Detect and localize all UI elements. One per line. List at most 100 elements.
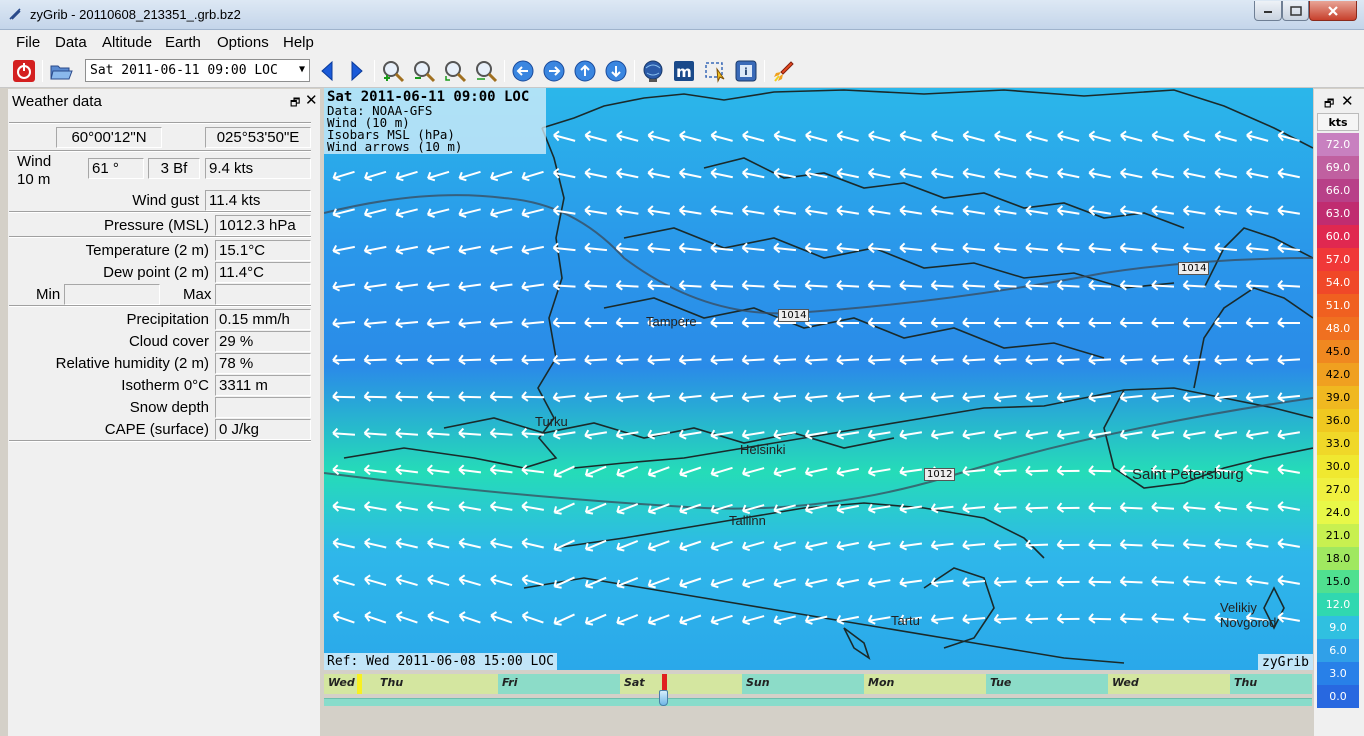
wind-arrow (1119, 539, 1143, 550)
date-select[interactable]: Sat 2011-06-11 09:00 LOC ▼ (85, 59, 310, 82)
wind-arrow (489, 354, 513, 366)
zoom-out-button[interactable] (412, 59, 436, 83)
quit-button[interactable] (12, 59, 36, 83)
meteotable-button[interactable]: m (672, 59, 696, 83)
info-button[interactable]: i (734, 59, 758, 83)
scale-cell: 24.0 (1317, 501, 1359, 524)
close-panel-icon[interactable]: ✕ (305, 91, 318, 109)
wind-arrow (1151, 354, 1175, 366)
wind-arrow (1056, 576, 1080, 587)
wind-arrow (332, 537, 355, 549)
wind-arrow (962, 503, 986, 514)
rocket-icon (774, 61, 794, 82)
wind-arrow (710, 279, 734, 291)
close-window-button[interactable] (1309, 1, 1357, 21)
wind-arrow (647, 242, 671, 254)
wind-arrow (395, 244, 418, 255)
timeline-day: Wed (1108, 674, 1230, 694)
wind-arrow (710, 130, 733, 142)
timeline-bar[interactable]: Wed Thu Fri Sat Sun Mon Tue Wed Thu (324, 674, 1312, 694)
menu-earth[interactable]: Earth (165, 34, 201, 51)
map-info-box: Sat 2011-06-11 09:00 LOC Data: NOAA-GFS … (324, 88, 546, 154)
wind-arrow (1183, 130, 1206, 142)
menu-data[interactable]: Data (55, 34, 87, 51)
wind-arrow (458, 574, 481, 586)
wind-arrow (962, 429, 986, 440)
scale-cell: 12.0 (1317, 593, 1359, 616)
wind-arrow (1151, 317, 1174, 328)
zoom-fit-button[interactable] (443, 59, 467, 83)
wind-arrow (553, 502, 575, 515)
wind-arrow (1246, 167, 1269, 179)
wind-arrow (458, 354, 482, 366)
min-label: Min (36, 286, 61, 303)
wind-arrow (1025, 502, 1049, 514)
toolbar-separator (764, 60, 765, 82)
menu-help[interactable]: Help (283, 34, 314, 51)
wind-arrow (773, 541, 796, 552)
zoom-in-button[interactable] (381, 59, 405, 83)
maximize-button[interactable] (1282, 1, 1309, 21)
wind-arrow (1025, 539, 1049, 551)
wind-arrow (867, 429, 891, 440)
float-panel-icon[interactable]: 🗗 (1324, 95, 1334, 114)
toolbar: Sat 2011-06-11 09:00 LOC ▼ m i (0, 54, 1364, 88)
float-panel-icon[interactable]: 🗗 (290, 94, 300, 113)
globe-button[interactable] (641, 59, 665, 83)
wind-arrow (1119, 613, 1143, 624)
wind-arrow (962, 279, 986, 291)
wind-arrow (805, 167, 828, 179)
prev-date-button[interactable] (315, 59, 339, 83)
wind-arrow (1214, 167, 1237, 179)
wind-arrow (1025, 465, 1049, 477)
wind-arrow (426, 208, 450, 219)
wind-arrow (1182, 501, 1206, 513)
wind-arrow (804, 578, 828, 588)
wind-arrow (931, 130, 954, 142)
open-file-button[interactable] (49, 59, 73, 83)
weather-map[interactable]: Sat 2011-06-11 09:00 LOC Data: NOAA-GFS … (324, 88, 1313, 670)
timeline-day: Sun (742, 674, 864, 694)
wind-arrow (458, 281, 482, 292)
wind-arrow (521, 611, 544, 624)
scale-cell: 72.0 (1317, 133, 1359, 156)
wind-arrow (584, 279, 608, 291)
wind-arrow (616, 466, 639, 478)
wind-direction-field: 61 ° (88, 158, 144, 179)
map-info-arrows: Wind arrows (10 m) (327, 139, 463, 154)
next-date-button[interactable] (345, 59, 369, 83)
wind-arrow (867, 614, 891, 625)
time-slider[interactable] (324, 698, 1312, 706)
menu-file[interactable]: File (16, 34, 40, 51)
wind-arrow (1151, 429, 1175, 440)
wind-arrow (773, 578, 796, 589)
pan-left-button[interactable] (511, 59, 535, 83)
close-panel-icon[interactable]: ✕ (1341, 92, 1354, 110)
select-area-button[interactable] (703, 59, 727, 83)
wind-arrow (332, 427, 356, 439)
menu-altitude[interactable]: Altitude (102, 34, 152, 51)
pan-up-button[interactable] (573, 59, 597, 83)
zoom-reset-button[interactable] (474, 59, 498, 83)
wind-arrow (678, 205, 702, 216)
snow-depth-field (215, 397, 311, 418)
wind-gust-label: Wind gust (132, 192, 199, 209)
menu-options[interactable]: Options (217, 34, 269, 51)
wind-arrow (1214, 429, 1238, 440)
wind-arrow (742, 130, 765, 142)
wind-arrow (1088, 242, 1112, 254)
timeline-day: Sat (620, 674, 742, 694)
wind-arrow (584, 539, 607, 552)
minimize-button[interactable] (1254, 1, 1282, 21)
chevron-down-icon: ▼ (298, 64, 305, 75)
time-slider-handle[interactable] (659, 690, 668, 706)
precipitation-label: Precipitation (126, 311, 209, 328)
wind-arrow (1088, 279, 1112, 291)
download-grib-button[interactable] (771, 59, 795, 83)
pan-down-button[interactable] (604, 59, 628, 83)
window-title: zyGrib - 20110608_213351_.grb.bz2 (30, 7, 241, 22)
wind-arrow (1025, 354, 1049, 366)
pan-right-button[interactable] (542, 59, 566, 83)
wind-arrow (490, 574, 513, 586)
wind-arrow (804, 541, 828, 551)
